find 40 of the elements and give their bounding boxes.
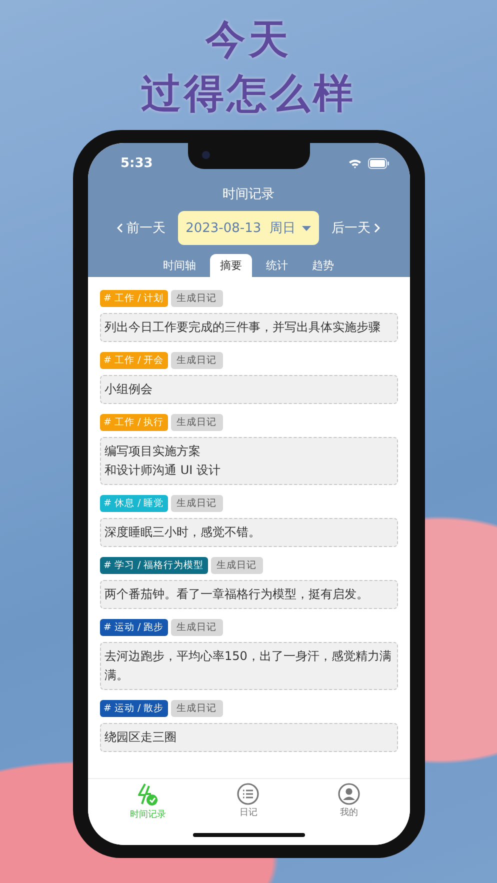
nav-item[interactable]: 我的 (314, 783, 384, 821)
generate-diary-button[interactable]: 生成日记 (170, 700, 223, 717)
tab[interactable]: 统计 (256, 254, 298, 277)
wifi-icon (348, 158, 362, 168)
generate-diary-button[interactable]: 生成日记 (170, 495, 223, 512)
tab[interactable]: 趋势 (302, 254, 344, 277)
tab[interactable]: 时间轴 (153, 254, 206, 277)
headline-text: 过得怎么样 (141, 70, 356, 119)
nav-item[interactable]: 日记 (213, 783, 284, 821)
category-tag[interactable]: # 运动 / 跑步 (100, 619, 168, 636)
generate-diary-button[interactable]: 生成日记 (170, 352, 223, 369)
entry-note: 编写项目实施方案 和设计师沟通 UI 设计 (100, 437, 398, 485)
date-picker[interactable]: 2023-08-13 周日 (178, 211, 320, 245)
status-time: 5:33 (120, 156, 153, 170)
category-tag[interactable]: # 运动 / 散步 (100, 700, 168, 717)
category-tag[interactable]: # 休息 / 睡觉 (100, 495, 168, 512)
generate-diary-button[interactable]: 生成日记 (170, 414, 223, 431)
entry-note: 绕园区走三圈 (100, 723, 398, 752)
entry-note: 小组例会 (100, 375, 398, 404)
generate-diary-button[interactable]: 生成日记 (210, 557, 263, 574)
previous-day-button[interactable]: 前一天 (116, 219, 166, 237)
caret-icon (302, 226, 312, 230)
chevron-left-icon (116, 223, 123, 233)
battery-icon (368, 158, 390, 168)
generate-diary-button[interactable]: 生成日记 (170, 619, 223, 636)
category-tag[interactable]: # 学习 / 福格行为模型 (100, 557, 208, 574)
list-icon (237, 783, 260, 805)
nav-item[interactable]: 时间记录 (112, 783, 183, 821)
user-icon (338, 783, 360, 805)
generate-diary-button[interactable]: 生成日记 (170, 290, 223, 307)
lightning-bolt-icon (136, 783, 160, 807)
screen-title: 时间记录 (222, 186, 274, 203)
chevron-right-icon (374, 223, 380, 233)
entry-note: 列出今日工作要完成的三件事，并写出具体实施步骤 (100, 313, 398, 342)
entry-note: 深度睡眠三小时，感觉不错。 (100, 518, 398, 547)
entry-note: 去河边跑步，平均心率150，出了一身汗，感觉精力满满。 (100, 642, 398, 690)
headline-text: 今天 (206, 16, 292, 65)
tab[interactable]: 摘要 (210, 254, 252, 277)
entry-note: 两个番茄钟。看了一章福格行为模型，挺有启发。 (100, 580, 398, 609)
next-day-button[interactable]: 后一天 (331, 219, 380, 237)
